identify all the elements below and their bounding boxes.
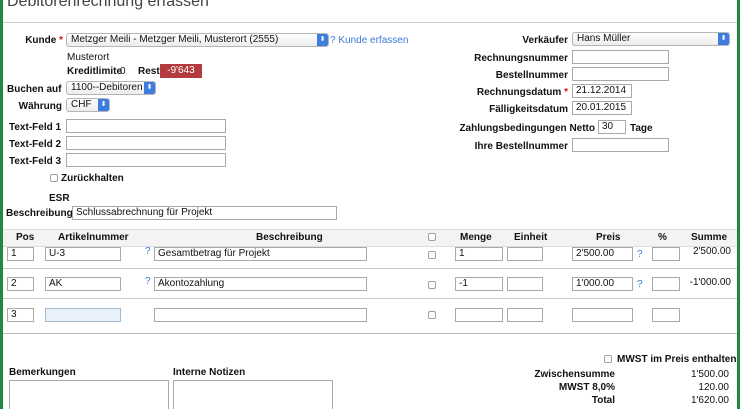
row3-checkbox[interactable] [428,311,436,319]
kunde-label: Kunde * [25,35,63,46]
col-artikelnummer: Artikelnummer [58,232,129,243]
ihre-bestellnummer-label: Ihre Bestellnummer [474,141,568,152]
bestellnummer-input[interactable] [572,67,669,81]
kunde-erfassen-link[interactable]: ? Kunde erfassen [330,35,408,46]
row1-preis-input[interactable]: 2'500.00 [572,247,633,261]
row2-help-icon[interactable]: ? [145,276,151,287]
rechnungsnummer-input[interactable] [572,50,669,64]
row2-preis-input[interactable]: 1'000.00 [572,277,633,291]
row2-prozent-input[interactable] [652,277,680,291]
textfeld1-label: Text-Feld 1 [9,122,62,133]
chevron-down-icon: ⬍ [718,33,729,45]
zahlungsbedingungen-input[interactable]: 30 [598,120,626,134]
mwst-inkl-label: MWST im Preis enthalten [617,354,737,365]
col-menge: Menge [460,232,492,243]
row2-checkbox[interactable] [428,281,436,289]
mwst-inkl-checkbox[interactable] [604,355,612,363]
textfeld1-input[interactable] [66,119,226,133]
row2-artikel-input[interactable]: AK [45,277,121,291]
tage-label: Tage [630,123,653,134]
kunde-ort: Musterort [67,52,110,63]
rechnungsdatum-input[interactable]: 21.12.2014 [572,84,632,98]
zurueckhalten-checkbox[interactable] [50,174,58,182]
row1-beschreibung-input[interactable]: Gesamtbetrag für Projekt [154,247,367,261]
rechnungsdatum-label: Rechnungsdatum * [476,87,568,98]
row1-checkbox[interactable] [428,251,436,259]
interne-notizen-label: Interne Notizen [173,367,246,378]
interne-notizen-textarea[interactable] [173,380,333,409]
mwst-label: MWST 8,0% [558,382,615,393]
textfeld2-input[interactable] [66,136,226,150]
buchen-label: Buchen auf [7,84,62,95]
table-bottom-divider [3,333,737,334]
title-divider [3,22,737,23]
total-label: Total [591,395,615,406]
row1-prozent-input[interactable] [652,247,680,261]
waehrung-label: Währung [18,101,62,112]
rechnungsnummer-label: Rechnungsnummer [474,53,568,64]
row2-summe: -1'000.00 [689,277,731,288]
row1-pos-input[interactable]: 1 [7,247,34,261]
row3-prozent-input[interactable] [652,308,680,322]
col-preis: Preis [596,232,621,243]
zwischensumme-value: 1'500.00 [690,369,729,380]
row2-beschreibung-input[interactable]: Akontozahlung [154,277,367,291]
textfeld2-label: Text-Feld 2 [9,139,62,150]
esr-label: ESR [49,193,70,204]
row-divider [3,298,737,299]
beschreibung-label: Beschreibung [6,208,73,219]
zwischensumme-label: Zwischensumme [534,369,615,380]
col-einheit: Einheit [514,232,548,243]
rest-label: Rest [138,66,160,77]
zahlungsbedingungen-label: Zahlungsbedingungen Netto [459,123,595,134]
verkaeufer-label: Verkäufer [522,35,568,46]
chevron-down-icon: ⬍ [98,99,109,111]
faelligkeitsdatum-input[interactable]: 20.01.2015 [572,101,632,115]
row1-menge-input[interactable]: 1 [455,247,503,261]
ihre-bestellnummer-input[interactable] [572,138,669,152]
row1-einheit-input[interactable] [507,247,543,261]
row2-menge-input[interactable]: -1 [455,277,503,291]
col-prozent: % [658,232,667,243]
chevron-down-icon: ⬍ [144,82,155,94]
row1-help-icon[interactable]: ? [145,246,151,257]
mwst-value: 120.00 [698,382,729,393]
row3-pos-input[interactable]: 3 [7,308,34,322]
beschreibung-input[interactable]: Schlussabrechnung für Projekt [72,206,337,220]
textfeld3-label: Text-Feld 3 [9,156,62,167]
textfeld3-input[interactable] [66,153,226,167]
invoice-form: Debitorenrechnung erfassen Kunde * Metzg… [3,0,737,409]
row1-summe: 2'500.00 [692,246,731,257]
col-pos: Pos [16,232,35,243]
kreditlimite-value: 0 [120,66,126,77]
row3-artikel-input[interactable] [45,308,121,322]
total-value: 1'620.00 [690,395,729,406]
row1-preis-help-icon[interactable]: ? [637,249,643,260]
waehrung-select[interactable]: CHF ⬍ [66,98,110,112]
page-title: Debitorenrechnung erfassen [7,0,209,10]
row3-preis-input[interactable] [572,308,633,322]
row2-pos-input[interactable]: 2 [7,277,34,291]
row3-menge-input[interactable] [455,308,503,322]
verkaeufer-select[interactable]: Hans Müller ⬍ [572,32,730,46]
bemerkungen-label: Bemerkungen [9,367,76,378]
faelligkeitsdatum-label: Fälligkeitsdatum [489,104,568,115]
col-beschreibung: Beschreibung [256,232,323,243]
row3-einheit-input[interactable] [507,308,543,322]
chevron-down-icon: ⬍ [317,34,328,46]
row-divider [3,268,737,269]
buchen-select[interactable]: 1100--Debitoren ⬍ [66,81,156,95]
rest-badge: -9'643 [160,64,202,78]
row2-preis-help-icon[interactable]: ? [637,279,643,290]
select-all-checkbox[interactable] [428,233,436,241]
row3-beschreibung-input[interactable] [154,308,367,322]
zurueckhalten-label: Zurückhalten [61,173,124,184]
row1-artikel-input[interactable]: U-3 [45,247,121,261]
col-summe: Summe [691,232,728,243]
kunde-select[interactable]: Metzger Meili - Metzger Meili, Musterort… [66,33,329,47]
row2-einheit-input[interactable] [507,277,543,291]
kreditlimite-label: Kreditlimite [67,66,123,77]
bemerkungen-textarea[interactable] [9,380,169,409]
bestellnummer-label: Bestellnummer [495,70,568,81]
